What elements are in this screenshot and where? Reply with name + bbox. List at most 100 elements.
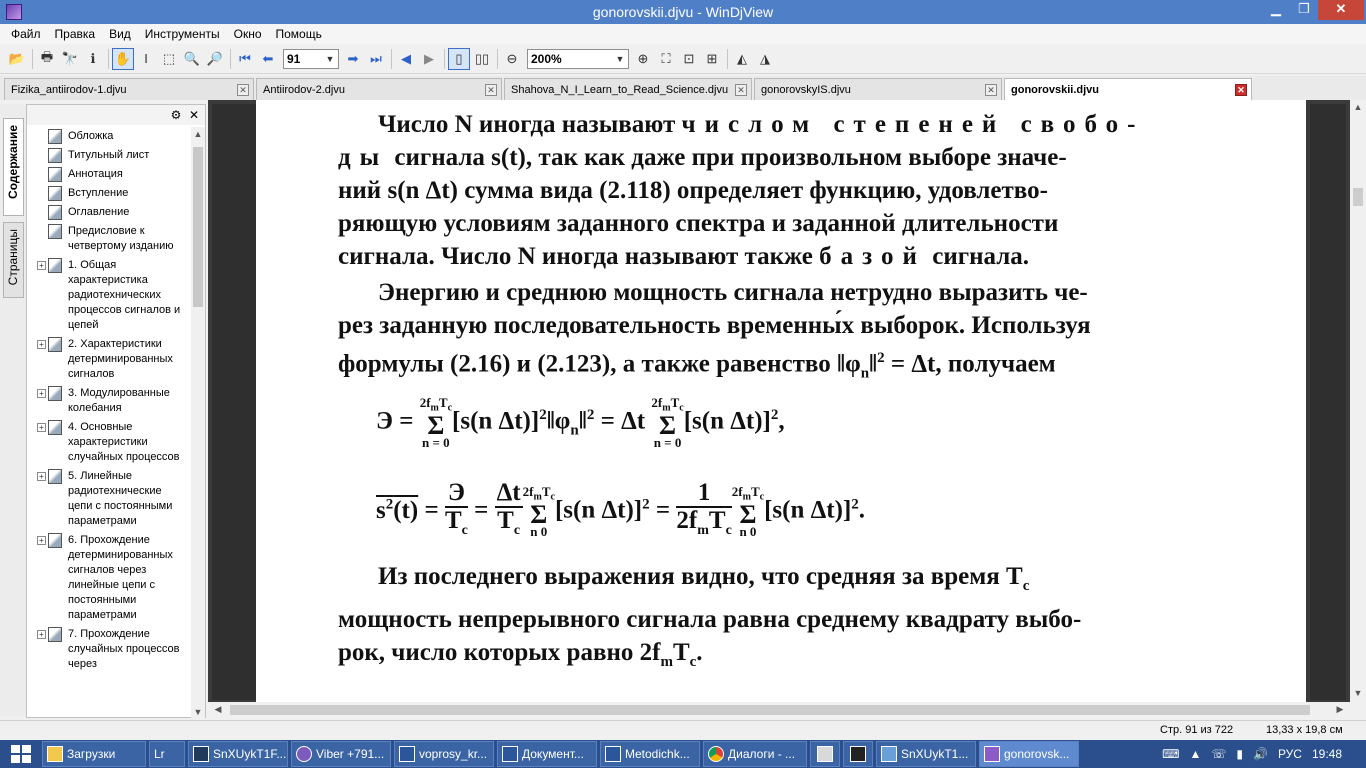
expand-icon[interactable]: + [37,423,46,432]
toc-item[interactable]: +3. Модулированные колебания [27,384,191,418]
scroll-right-icon[interactable]: ▶ [1332,704,1348,715]
toc-item[interactable]: Предисловие к четвертому изданию [27,222,191,256]
menu-file[interactable]: Файл [4,24,48,44]
sidebar-scrollbar[interactable]: ▲ ▼ [191,127,205,719]
language-indicator[interactable]: РУС [1278,747,1302,761]
tab-shahova[interactable]: Shahova_N_I_Learn_to_Read_Science.djvu ✕ [504,78,752,100]
task-viber[interactable]: Viber +791... [291,741,391,767]
actual-size-icon[interactable]: ⊞ [701,48,723,70]
menu-view[interactable]: Вид [102,24,138,44]
start-button[interactable] [0,740,42,768]
prev-page-icon[interactable]: ⬅ [257,48,279,70]
rotate-right-icon[interactable]: ◮ [754,48,776,70]
expand-icon[interactable]: + [37,340,46,349]
scroll-thumb[interactable] [193,147,203,307]
task-chrome[interactable]: Диалоги - ... [703,741,807,767]
toc-item[interactable]: Обложка [27,127,191,146]
toc-item[interactable]: Вступление [27,184,191,203]
tab-gonorovskyis[interactable]: gonorovskyIS.djvu ✕ [754,78,1002,100]
scroll-down-icon[interactable]: ▼ [1350,688,1366,698]
forward-icon[interactable]: ▶ [418,48,440,70]
print-icon[interactable]: 🖶 [36,48,58,70]
task-downloads[interactable]: Загрузки [42,741,146,767]
hand-tool-icon[interactable]: ✋ [112,47,134,70]
expand-icon[interactable]: + [37,630,46,639]
menu-tools[interactable]: Инструменты [138,24,227,44]
open-folder-icon[interactable]: 📂 [6,48,28,70]
task-photoshop[interactable]: SnXUykT1F... [188,741,288,767]
scroll-down-icon[interactable]: ▼ [191,705,205,719]
toc-item[interactable]: Титульный лист [27,146,191,165]
zoom-out-tool-icon[interactable]: 🔎 [204,48,226,70]
scroll-left-icon[interactable]: ◀ [210,704,226,715]
toc-item[interactable]: +5. Линейные радиотехнические цепи с пос… [27,467,191,531]
tab-antiirodov-2[interactable]: Antiirodov-2.djvu ✕ [256,78,502,100]
page-number-select[interactable]: 91 ▼ [283,48,339,69]
expand-icon[interactable]: + [37,261,46,270]
horizontal-scrollbar[interactable]: ◀ ▶ [208,702,1350,718]
toc-item[interactable]: +1. Общая характеристика радиотехнически… [27,256,191,335]
zoom-select[interactable]: 200% ▼ [527,48,629,69]
toc-item[interactable]: +2. Характеристики детерминированных сиг… [27,335,191,384]
keyboard-icon[interactable]: ⌨ [1162,747,1179,761]
toc-item[interactable]: +4. Основные характеристики случайных пр… [27,418,191,467]
toc-item[interactable]: +6. Прохождение детерминированных сигнал… [27,531,191,625]
tab-fizika-antiirodov-1[interactable]: Fizika_antiirodov-1.djvu ✕ [4,78,254,100]
close-button[interactable]: ✕ [1318,0,1364,20]
expand-icon[interactable]: + [37,536,46,545]
close-icon[interactable]: ✕ [187,108,201,122]
restore-button[interactable]: ❐ [1290,0,1318,20]
vertical-scrollbar[interactable]: ▲ ▼ [1350,100,1366,718]
task-word-document[interactable]: Документ... [497,741,597,767]
volume-icon[interactable]: 🔊 [1253,747,1268,761]
rect-select-icon[interactable]: ⬚ [158,48,180,70]
two-page-icon[interactable]: ▯▯ [471,48,493,70]
tab-gonorovskii[interactable]: gonorovskii.djvu ✕ [1004,78,1252,100]
single-page-icon[interactable]: ▯ [448,47,470,70]
text-select-icon[interactable]: I [135,48,157,70]
close-tab-icon[interactable]: ✕ [1235,83,1247,96]
viber-tray-icon[interactable]: ☏ [1211,747,1226,761]
zoom-in-icon[interactable]: ⊕ [632,48,654,70]
menu-edit[interactable]: Правка [48,24,103,44]
task-word-voprosy[interactable]: voprosy_kr... [394,741,494,767]
clock[interactable]: 19:48 [1312,747,1342,761]
zoom-out-icon[interactable]: ⊖ [501,48,523,70]
last-page-icon[interactable]: ⏭ [365,48,387,70]
close-tab-icon[interactable]: ✕ [985,83,997,96]
scroll-thumb[interactable] [230,705,1310,715]
scroll-thumb[interactable] [1353,188,1363,206]
fit-width-icon[interactable]: ⊡ [678,48,700,70]
next-page-icon[interactable]: ➡ [342,48,364,70]
rotate-left-icon[interactable]: ◭ [731,48,753,70]
toc-item[interactable]: Аннотация [27,165,191,184]
task-app-10[interactable] [843,741,873,767]
menu-help[interactable]: Помощь [269,24,329,44]
fit-page-icon[interactable]: ⛶ [655,48,677,70]
close-tab-icon[interactable]: ✕ [485,83,497,96]
minimize-button[interactable]: ▁ [1262,0,1290,20]
tray-expand-icon[interactable]: ▲ [1189,747,1201,761]
first-page-icon[interactable]: ⏮ [234,48,256,70]
scroll-up-icon[interactable]: ▲ [1350,102,1366,112]
info-icon[interactable]: ℹ [82,48,104,70]
tab-contents[interactable]: Содержание [3,118,24,216]
scroll-up-icon[interactable]: ▲ [191,127,205,141]
task-lightroom[interactable]: Lr [149,741,185,767]
document-view[interactable]: Число N иногда называют числом степеней … [208,100,1350,702]
gear-icon[interactable]: ⚙ [169,108,183,122]
task-word-metodichka[interactable]: Metodichk... [600,741,700,767]
task-windjview[interactable]: gonorovsk... [979,741,1079,767]
find-icon[interactable]: 🔭 [59,48,81,70]
toc-item[interactable]: Оглавление [27,203,191,222]
toc-item[interactable]: +7. Прохождение случайных процессов чере… [27,625,191,674]
expand-icon[interactable]: + [37,389,46,398]
close-tab-icon[interactable]: ✕ [735,83,747,96]
network-icon[interactable]: ▮ [1236,747,1243,761]
back-icon[interactable]: ◀ [395,48,417,70]
close-tab-icon[interactable]: ✕ [237,83,249,96]
task-image-viewer[interactable]: SnXUykT1... [876,741,976,767]
task-app-9[interactable] [810,741,840,767]
expand-icon[interactable]: + [37,472,46,481]
menu-window[interactable]: Окно [227,24,269,44]
